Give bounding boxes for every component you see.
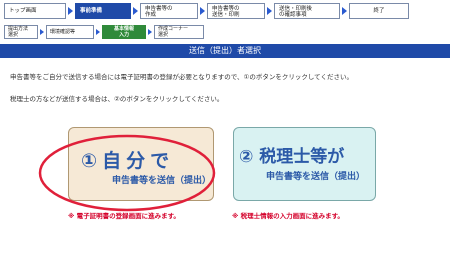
step-arrow-icon [68,7,73,15]
step-top-screen[interactable]: トップ画面 [4,3,66,19]
step-after-confirm-label: 送信・印刷後 の確認事項 [279,6,313,18]
highlight-ellipse [38,134,216,212]
instruction-tax-accountant: 税理士の方などが送信する場合は、②のボタンをクリックしてください。 [10,95,224,103]
substep-arrow-icon [148,29,152,35]
tax-accountant-sub-label: 申告書等を送信（提出） [266,172,366,182]
substep-submit-method-label: 提出方法 選択 [8,26,29,38]
tax-accountant-submit-button[interactable]: ② 税理士等が 申告書等を送信（提出） [233,127,376,201]
step-send-print-label: 申告書等の 送信・印刷 [212,6,240,18]
substep-arrow-icon [96,29,100,35]
step-arrow-icon [133,7,138,15]
substep-arrow-icon [40,29,44,35]
self-submit-note: ※ 電子証明書の登録画面に進みます。 [68,212,180,220]
substep-corner-select-label: 作成コーナー 選択 [158,26,189,38]
step-arrow-icon [342,7,347,15]
step-create-return: 申告書等の 作成 [140,3,198,19]
substep-basic-info-label: 基本情報 入力 [113,26,134,38]
substep-corner-select: 作成コーナー 選択 [154,25,204,39]
instruction-self: 申告書等をご自分で送信する場合には電子証明書の登録が必要となりますので、①のボタ… [10,73,353,81]
substep-basic-info: 基本情報 入力 [102,25,146,39]
step-create-return-label: 申告書等の 作成 [145,6,173,18]
sub-progress-steps: 提出方法 選択 環境確認等 基本情報 入力 作成コーナー 選択 [0,22,450,40]
substep-submit-method: 提出方法 選択 [4,25,38,39]
step-arrow-icon [267,7,272,15]
main-progress-steps: トップ画面 事前準備 申告書等の 作成 申告書等の 送信・印刷 送信・印刷後 の確認事… [0,0,450,22]
step-after-confirm: 送信・印刷後 の確認事項 [274,3,340,19]
tax-accountant-note: ※ 税理士情報の入力画面に進みます。 [232,212,344,220]
step-finish: 終了 [349,3,409,19]
step-send-print: 申告書等の 送信・印刷 [207,3,265,19]
page-title: 送信（提出）者選択 [0,44,450,58]
tax-accountant-main-label: ② 税理士等が [239,147,345,167]
substep-env-check: 環境確認等 [46,25,94,39]
step-arrow-icon [200,7,205,15]
step-preparation: 事前準備 [75,3,131,19]
